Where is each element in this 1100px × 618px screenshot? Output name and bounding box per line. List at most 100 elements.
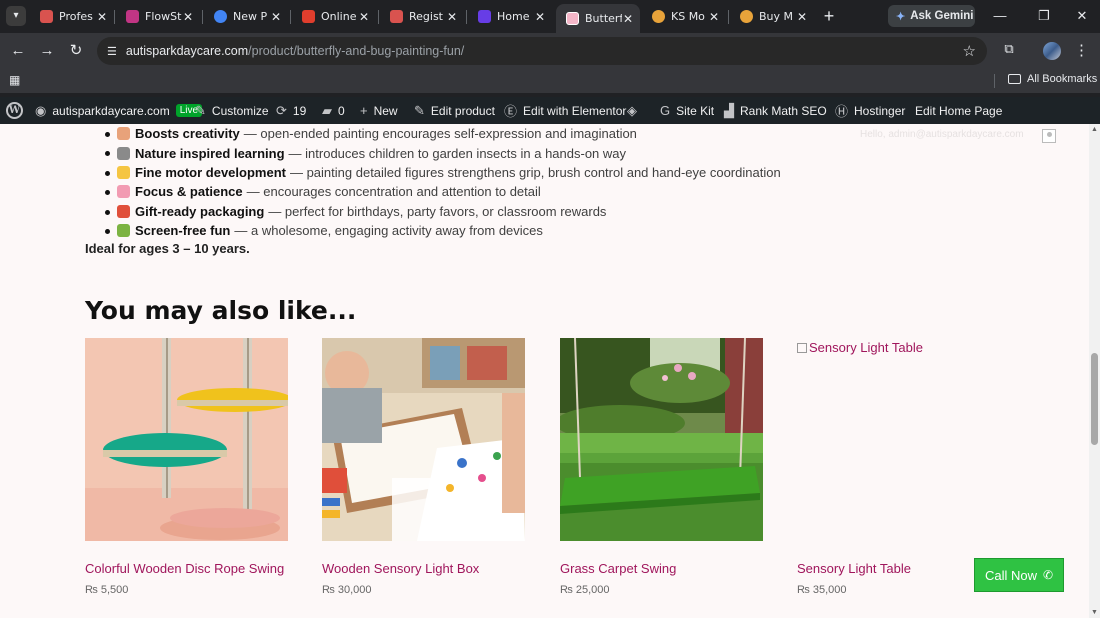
tab-butterfly-active[interactable]: Butterf ✕ (556, 4, 640, 33)
extensions-icon[interactable]: ⧉ (1000, 41, 1018, 59)
product-image[interactable] (85, 338, 288, 541)
wp-hostinger[interactable]: Ⓗ Hostinger (835, 97, 905, 124)
tab-new-product[interactable]: New P ✕ (204, 4, 288, 29)
wp-diamond[interactable]: ◈ (627, 97, 643, 124)
close-icon[interactable]: ✕ (358, 10, 370, 24)
image-alt-text: Sensory Light Table (809, 340, 923, 355)
benefit-text: — painting detailed figures strengthens … (289, 164, 781, 180)
apps-grid-icon[interactable]: ▦ (9, 73, 23, 87)
list-item: Boosts creativity — open-ended painting … (105, 124, 877, 143)
wordpress-logo-icon: W (6, 102, 23, 119)
product-name-link[interactable]: Sensory Light Table (797, 561, 911, 576)
close-icon[interactable]: ✕ (270, 10, 282, 24)
ask-gemini-button[interactable]: ✦ Ask Gemini (888, 5, 975, 27)
benefit-text: — a wholesome, engaging activity away fr… (234, 223, 543, 239)
tab-title: Online (321, 10, 357, 23)
comment-icon: ▰ (322, 102, 332, 118)
reload-icon[interactable]: ↻ (66, 41, 86, 61)
tab-flowstate[interactable]: FlowSt ✕ (116, 4, 200, 29)
tab-ks-mo[interactable]: KS Mo ✕ (642, 4, 726, 29)
close-icon[interactable]: ✕ (708, 10, 720, 24)
user-avatar-icon[interactable] (1042, 129, 1056, 143)
product-name-link[interactable]: Grass Carpet Swing (560, 561, 676, 576)
wp-rank-math[interactable]: ▟ Rank Math SEO (724, 97, 827, 124)
dashboard-icon: ◉ (35, 102, 47, 118)
new-tab-icon[interactable]: + (820, 6, 838, 26)
edit-home-label: Edit Home Page (915, 103, 1003, 118)
edit-product-label: Edit product (430, 103, 495, 118)
tab-register[interactable]: Regist ✕ (380, 4, 464, 29)
close-icon[interactable]: ✕ (796, 10, 808, 24)
product-card-light-box[interactable]: Wooden Sensory Light Box ₨ 30,000 (322, 338, 525, 596)
minimize-icon[interactable]: — (990, 6, 1010, 26)
brain-emoji-icon (117, 185, 130, 199)
close-icon[interactable]: ✕ (622, 12, 634, 26)
address-bar[interactable]: ☰ autisparkdaycare.com/product/butterfly… (97, 37, 987, 65)
wp-edit-home[interactable]: Edit Home Page (915, 97, 1002, 124)
benefit-title: Boosts creativity (135, 126, 240, 142)
navigation-bar: ← → ↻ ☰ autisparkdaycare.com/product/but… (0, 33, 1100, 69)
back-arrow-icon[interactable]: ← (8, 41, 28, 61)
all-bookmarks-button[interactable]: All Bookmarks (1008, 73, 1097, 85)
close-icon[interactable]: ✕ (446, 10, 458, 24)
wp-edit-elementor[interactable]: Ⓔ Edit with Elementor (504, 97, 626, 124)
close-icon[interactable]: ✕ (96, 10, 108, 24)
product-image[interactable] (560, 338, 763, 541)
comments-count: 0 (338, 103, 345, 118)
paintbrush-icon: ✎ (195, 102, 206, 118)
tab-professional[interactable]: Profes ✕ (30, 4, 114, 29)
tab-online[interactable]: Online ✕ (292, 4, 376, 29)
ideal-ages: Ideal for ages 3 – 10 years. (85, 241, 250, 256)
wp-customize[interactable]: ✎ Customize (195, 97, 269, 124)
tab-title: New P (233, 10, 268, 23)
product-image[interactable]: Sensory Light Table (797, 338, 1000, 541)
wp-comments[interactable]: ▰ 0 (322, 97, 345, 124)
bookmark-star-icon[interactable]: ☆ (963, 42, 976, 60)
url-domain: autisparkdaycare.com (125, 44, 249, 58)
wp-site-kit[interactable]: G Site Kit (660, 97, 714, 124)
list-item: Nature inspired learning — introduces ch… (105, 143, 877, 162)
close-icon[interactable]: ✕ (182, 10, 194, 24)
restore-icon[interactable]: ❐ (1034, 6, 1054, 26)
wp-logo-menu[interactable]: W (6, 97, 23, 124)
bookmarks-bar: ▦ All Bookmarks (0, 69, 1100, 93)
product-image[interactable] (322, 338, 525, 541)
hostinger-icon: Ⓗ (835, 104, 849, 119)
product-name-link[interactable]: Colorful Wooden Disc Rope Swing (85, 561, 284, 576)
wp-site-name[interactable]: ◉ autisparkdaycare.com Live (35, 97, 203, 124)
menu-kebab-icon[interactable]: ⋮ (1074, 41, 1089, 61)
window-close-icon[interactable]: ✕ (1072, 6, 1092, 26)
product-card-rope-swing[interactable]: Colorful Wooden Disc Rope Swing ₨ 5,500 (85, 338, 288, 596)
forward-arrow-icon[interactable]: → (37, 41, 57, 61)
benefits-list: Boosts creativity — open-ended painting … (105, 124, 877, 240)
list-item: Screen-free fun — a wholesome, engaging … (105, 221, 877, 240)
tab-search-icon[interactable]: ▾ (6, 6, 26, 26)
call-now-button[interactable]: Call Now ✆ (974, 558, 1064, 592)
product-card-light-table[interactable]: Sensory Light Table Sensory Light Table … (797, 338, 1000, 596)
scroll-down-icon[interactable]: ▼ (1091, 609, 1098, 616)
tab-favicon-icon (390, 10, 403, 23)
tab-title: Regist (409, 10, 443, 23)
product-name-link[interactable]: Wooden Sensory Light Box (322, 561, 479, 576)
site-info-icon[interactable]: ☰ (107, 45, 117, 58)
wp-new[interactable]: + New (360, 97, 398, 124)
tab-favicon-icon (126, 10, 139, 23)
site-kit-label: Site Kit (676, 103, 715, 118)
scroll-up-icon[interactable]: ▲ (1091, 126, 1098, 133)
scrollbar-thumb[interactable] (1091, 353, 1098, 445)
wp-updates[interactable]: ⟳ 19 (276, 97, 306, 124)
page-scrollbar[interactable]: ▲ ▼ (1089, 124, 1100, 618)
benefit-title: Focus & patience (135, 184, 243, 200)
tab-home[interactable]: Home ✕ (468, 4, 552, 29)
ask-gemini-label: Ask Gemini (910, 10, 974, 22)
updates-count: 19 (292, 103, 307, 118)
new-label: New (373, 103, 398, 118)
close-icon[interactable]: ✕ (534, 10, 546, 24)
benefit-text: — perfect for birthdays, party favors, o… (268, 203, 607, 219)
wp-edit-product[interactable]: ✎ Edit product (414, 97, 495, 124)
hand-emoji-icon (117, 165, 130, 179)
tab-favicon-icon (478, 10, 491, 23)
tab-buy-m[interactable]: Buy M ✕ (730, 4, 814, 29)
product-card-grass-swing[interactable]: Grass Carpet Swing ₨ 25,000 (560, 338, 763, 596)
profile-avatar[interactable] (1043, 42, 1061, 60)
